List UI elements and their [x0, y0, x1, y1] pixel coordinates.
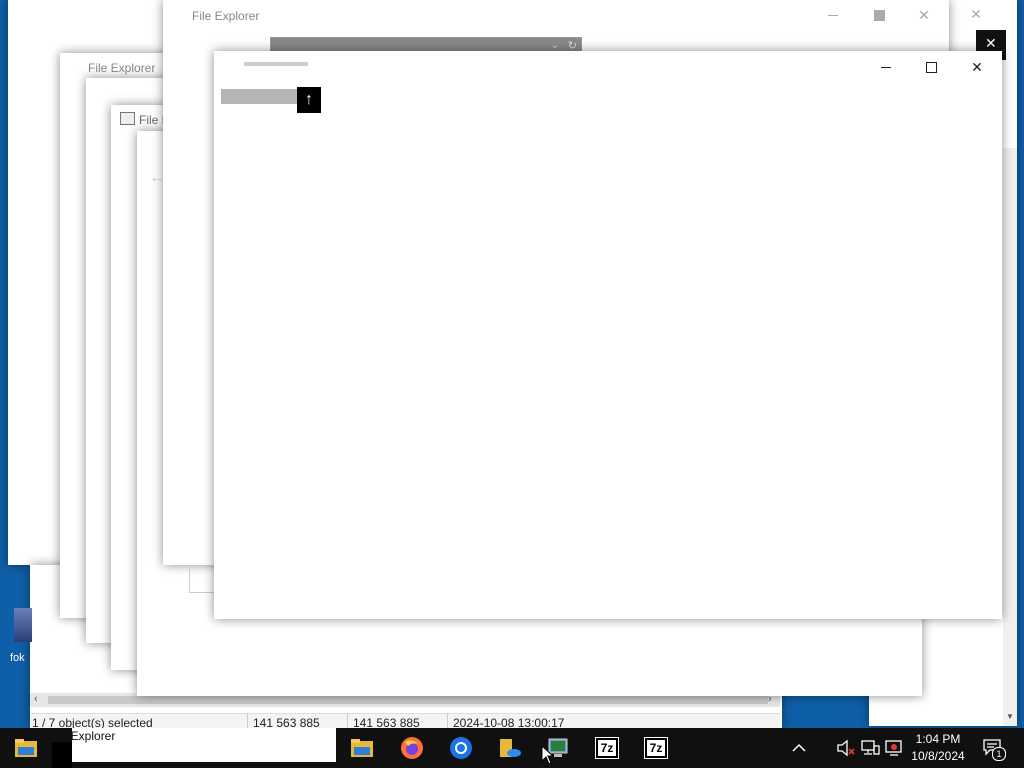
progress-bar: [221, 89, 297, 104]
taskbar-active-app-indicator: [52, 742, 72, 768]
dark-close-icon[interactable]: ✕: [985, 35, 997, 52]
clock-time[interactable]: 1:04 PM: [908, 732, 968, 746]
chrome-icon: [450, 737, 472, 759]
taskbar-tooltip: File Explorer: [48, 728, 336, 762]
chevron-down-icon[interactable]: ⌄: [551, 40, 559, 51]
far-right-close-button[interactable]: [964, 4, 988, 24]
taskbar-firefox[interactable]: [396, 732, 428, 764]
tooltip-label: File Explorer: [48, 729, 116, 743]
taskbar-file-explorer[interactable]: [10, 732, 42, 764]
volume-muted-button[interactable]: [836, 738, 856, 758]
folder-icon: [351, 739, 373, 757]
maximize-button[interactable]: [867, 5, 891, 25]
close-button[interactable]: [912, 5, 936, 25]
taskbar-onedrive-folder[interactable]: [494, 732, 526, 764]
far-right-vertical-scrollbar[interactable]: [1003, 148, 1017, 726]
tray-chevron-button[interactable]: [789, 736, 809, 760]
volume-muted-icon: [837, 739, 855, 757]
up-arrow-button[interactable]: ↑: [297, 87, 321, 113]
close-button[interactable]: [965, 57, 989, 77]
taskbar-7zip[interactable]: 7z: [591, 732, 623, 764]
security-warning-icon: [885, 740, 902, 756]
clock-date[interactable]: 10/8/2024: [906, 749, 970, 763]
window-title: File Explorer: [192, 9, 260, 23]
window-shadow-strip: [189, 565, 215, 593]
scroll-left-icon[interactable]: ‹: [34, 693, 38, 705]
minimize-button[interactable]: [874, 57, 898, 77]
up-arrow-icon: ↑: [305, 91, 313, 108]
mouse-cursor-icon: [541, 745, 555, 765]
network-button[interactable]: [860, 738, 880, 758]
security-button[interactable]: [884, 738, 904, 758]
7zip-icon: 7z: [643, 737, 669, 759]
notification-count-badge: 1: [992, 747, 1006, 761]
taskbar-7zip-2[interactable]: 7z: [640, 732, 672, 764]
front-window-title-remnant: [244, 62, 308, 66]
firefox-icon: [401, 737, 423, 759]
desktop-shortcut-icon: [14, 608, 32, 642]
scroll-thumb[interactable]: [48, 696, 768, 704]
desktop-icon-label: fok: [10, 652, 25, 664]
folder-app-icon: [120, 112, 135, 125]
7zip-icon: 7z: [594, 737, 620, 759]
folder-icon: [15, 739, 37, 757]
window-title: File Explorer: [88, 61, 156, 75]
network-icon: [861, 740, 880, 755]
desktop-icon[interactable]: fok: [10, 600, 34, 680]
chevron-up-icon: [792, 743, 806, 752]
minimize-button[interactable]: [821, 5, 845, 25]
taskbar-chrome[interactable]: [445, 732, 477, 764]
maximize-button[interactable]: [919, 57, 943, 77]
taskbar-file-explorer-2[interactable]: [346, 732, 378, 764]
front-window: ↑: [214, 51, 1002, 619]
onedrive-folder-icon: [500, 739, 521, 757]
notification-center-button[interactable]: 1: [982, 738, 1006, 761]
scroll-down-icon[interactable]: ▼: [1006, 712, 1014, 721]
taskbar: File Explorer 7z 7z 1:04 PM 10/8/2024 1: [0, 728, 1024, 768]
